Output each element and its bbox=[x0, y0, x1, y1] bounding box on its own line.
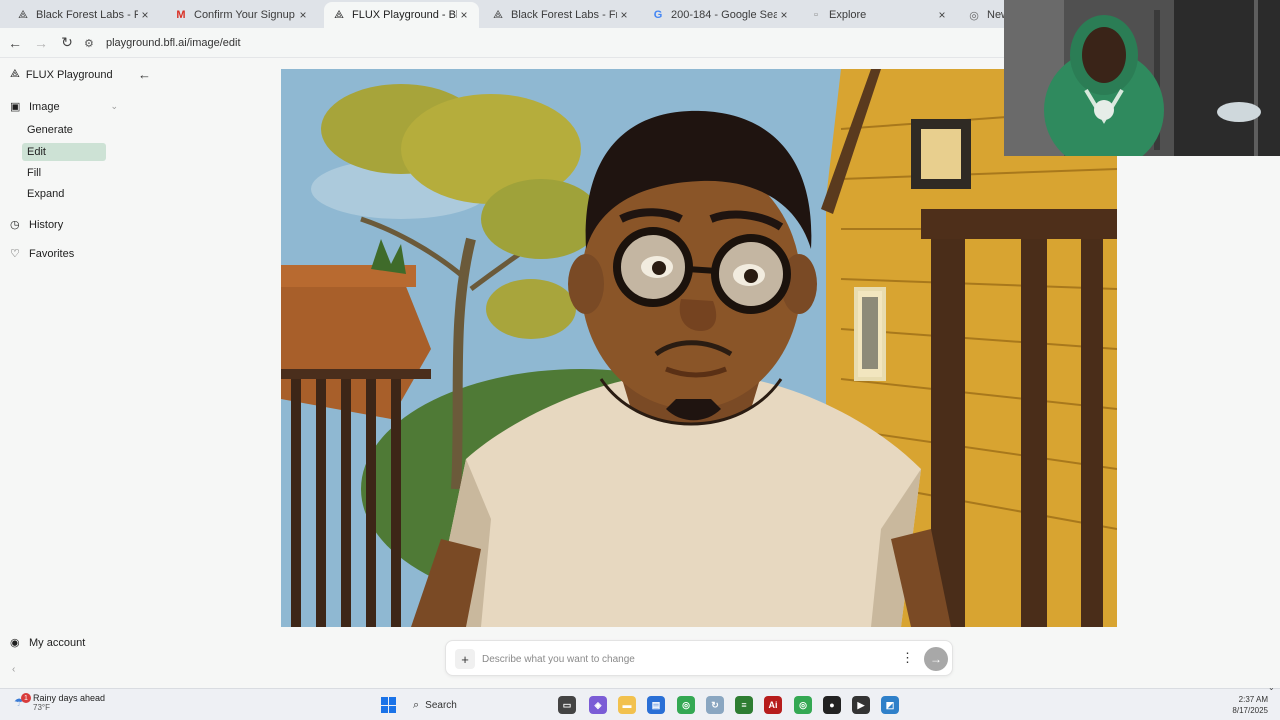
taskbar-search[interactable]: ⌕ Search bbox=[405, 694, 549, 716]
tab-gmail[interactable]: M Confirm Your Signup - anspubli × bbox=[166, 2, 318, 28]
tab-flux-playground[interactable]: ⟁ FLUX Playground - Black Forest × bbox=[324, 2, 479, 28]
adobe-illustrator-icon[interactable]: Ai bbox=[764, 696, 782, 714]
windows-start-icon[interactable] bbox=[381, 697, 397, 713]
tab-bfl-1[interactable]: ⟁ Black Forest Labs - Frontier AI Lab × bbox=[8, 2, 160, 28]
more-options-icon[interactable]: ⋮ bbox=[901, 650, 914, 666]
reload-icon[interactable]: ↻ bbox=[55, 31, 79, 55]
bfl-logo-icon: ⟁ bbox=[493, 8, 503, 21]
tab-label: 200-184 - Google Search bbox=[671, 9, 777, 21]
weather-widget[interactable]: ☂ 1 Rainy days ahead 73°F bbox=[14, 693, 105, 713]
sidebar-item-label: Edit bbox=[27, 146, 46, 158]
weather-title: Rainy days ahead bbox=[33, 693, 106, 703]
url-text: playground.bfl.ai/image/edit bbox=[106, 37, 241, 49]
plus-icon: + bbox=[461, 651, 469, 667]
sidebar-item-label: Favorites bbox=[29, 247, 75, 260]
forward-icon[interactable]: → bbox=[29, 31, 53, 55]
refresh-app-icon[interactable]: ↻ bbox=[706, 696, 724, 714]
flux-logo-icon: ⟁ bbox=[10, 68, 20, 80]
tab-label: FLUX Playground - Black Forest bbox=[352, 9, 457, 21]
system-clock[interactable]: 2:37 AM 8/17/2025 bbox=[1222, 694, 1268, 716]
sidebar-item-label: History bbox=[29, 218, 64, 231]
tab-label: Explore bbox=[829, 9, 867, 21]
chrome-profile-icon[interactable]: ◎ bbox=[794, 696, 812, 714]
back-icon[interactable]: ← bbox=[3, 31, 27, 55]
rain-cloud-icon: ☂ 1 bbox=[14, 693, 31, 710]
close-icon[interactable]: × bbox=[935, 8, 949, 22]
brand-name: FLUX Playground bbox=[25, 68, 113, 81]
close-icon[interactable]: × bbox=[617, 8, 631, 22]
send-button[interactable]: → bbox=[924, 647, 948, 671]
close-icon[interactable]: × bbox=[138, 8, 152, 22]
sidebar-item-my-account[interactable]: ◉ My account bbox=[10, 636, 86, 650]
sidebar-item-fill[interactable]: Fill bbox=[22, 164, 106, 182]
sidebar-item-label: Fill bbox=[27, 167, 42, 179]
prompt-bar: + ⋮ → bbox=[445, 640, 953, 676]
sidebar-item-label: Expand bbox=[27, 188, 65, 200]
close-icon[interactable]: × bbox=[296, 8, 310, 22]
photos-icon[interactable]: ◩ bbox=[881, 696, 899, 714]
sidebar-item-edit[interactable]: Edit bbox=[22, 143, 106, 161]
bfl-logo-icon: ⟁ bbox=[334, 8, 344, 21]
weather-temp: 73°F bbox=[33, 703, 50, 712]
search-label: Search bbox=[425, 699, 457, 711]
sidebar: ⟁ FLUX Playground ← ▣ Image ⌄ Generate E… bbox=[0, 58, 160, 688]
sidebar-item-expand[interactable]: Expand bbox=[22, 185, 106, 203]
file-explorer-icon[interactable]: ▬ bbox=[618, 696, 636, 714]
sidebar-item-label: My account bbox=[29, 636, 86, 649]
tab-google-search[interactable]: G 200-184 - Google Search × bbox=[643, 2, 799, 28]
task-view-icon[interactable]: ▭ bbox=[558, 696, 576, 714]
tab-label: Black Forest Labs - Frontier AI Lab bbox=[36, 9, 138, 21]
tab-explore[interactable]: ▫ Explore × bbox=[801, 2, 957, 28]
notification-badge: 1 bbox=[21, 693, 31, 703]
chrome-icon[interactable]: ◎ bbox=[677, 696, 695, 714]
image-icon: ▣ bbox=[10, 101, 21, 113]
tab-label: Black Forest Labs - Frontier AI Lab bbox=[511, 9, 617, 21]
webcam-feed bbox=[1004, 0, 1280, 156]
copilot-icon[interactable]: ◈ bbox=[589, 696, 607, 714]
media-player-icon[interactable]: ▶ bbox=[852, 696, 870, 714]
bfl-logo-icon: ⟁ bbox=[18, 8, 28, 21]
brand[interactable]: ⟁ FLUX Playground bbox=[10, 68, 113, 81]
obs-icon[interactable]: ● bbox=[823, 696, 841, 714]
collapse-sidebar-icon[interactable]: ← bbox=[138, 67, 151, 82]
tab-bfl-2[interactable]: ⟁ Black Forest Labs - Frontier AI Lab × bbox=[483, 2, 639, 28]
chrome-icon: ◎ bbox=[969, 9, 979, 22]
arrow-right-icon: → bbox=[930, 652, 942, 666]
group-label: Image bbox=[29, 100, 60, 113]
clock-time: 2:37 AM bbox=[1238, 695, 1268, 704]
add-attachment-button[interactable]: + bbox=[455, 649, 475, 669]
notes-icon[interactable]: ≡ bbox=[735, 696, 753, 714]
chevron-down-icon[interactable]: ⌄ bbox=[1268, 683, 1275, 692]
tab-label: Confirm Your Signup - anspubli bbox=[194, 9, 296, 21]
heart-icon: ♡ bbox=[10, 248, 20, 260]
search-icon: ⌕ bbox=[413, 698, 420, 711]
sidebar-item-history[interactable]: ◷ History bbox=[10, 218, 64, 232]
close-icon[interactable]: × bbox=[457, 8, 471, 22]
sidebar-group-image[interactable]: ▣ Image ⌄ bbox=[10, 100, 118, 114]
gmail-icon: M bbox=[176, 9, 186, 21]
webcam-overlay bbox=[1004, 0, 1280, 156]
chevron-down-icon: ⌄ bbox=[110, 101, 118, 111]
address-bar[interactable]: ⚙ playground.bfl.ai/image/edit bbox=[80, 32, 1010, 54]
clock-icon: ◷ bbox=[10, 219, 20, 231]
user-icon: ◉ bbox=[10, 637, 20, 649]
clock-date: 8/17/2025 bbox=[1232, 706, 1268, 715]
edit-image[interactable] bbox=[281, 69, 1117, 627]
close-icon[interactable]: × bbox=[777, 8, 791, 22]
explore-icon: ▫ bbox=[814, 9, 818, 21]
store-icon[interactable]: ▤ bbox=[647, 696, 665, 714]
chevron-left-icon[interactable]: ‹ bbox=[12, 664, 15, 675]
google-icon: G bbox=[653, 9, 663, 21]
site-info-icon[interactable]: ⚙ bbox=[84, 37, 100, 50]
sidebar-item-generate[interactable]: Generate bbox=[22, 121, 106, 139]
sidebar-item-favorites[interactable]: ♡ Favorites bbox=[10, 247, 75, 261]
prompt-input[interactable] bbox=[482, 650, 882, 668]
sidebar-item-label: Generate bbox=[27, 124, 73, 136]
cartoon-portrait-illustration bbox=[281, 69, 1117, 627]
taskbar: ☂ 1 Rainy days ahead 73°F ⌕ Search ▭ ◈ ▬… bbox=[0, 683, 1280, 720]
